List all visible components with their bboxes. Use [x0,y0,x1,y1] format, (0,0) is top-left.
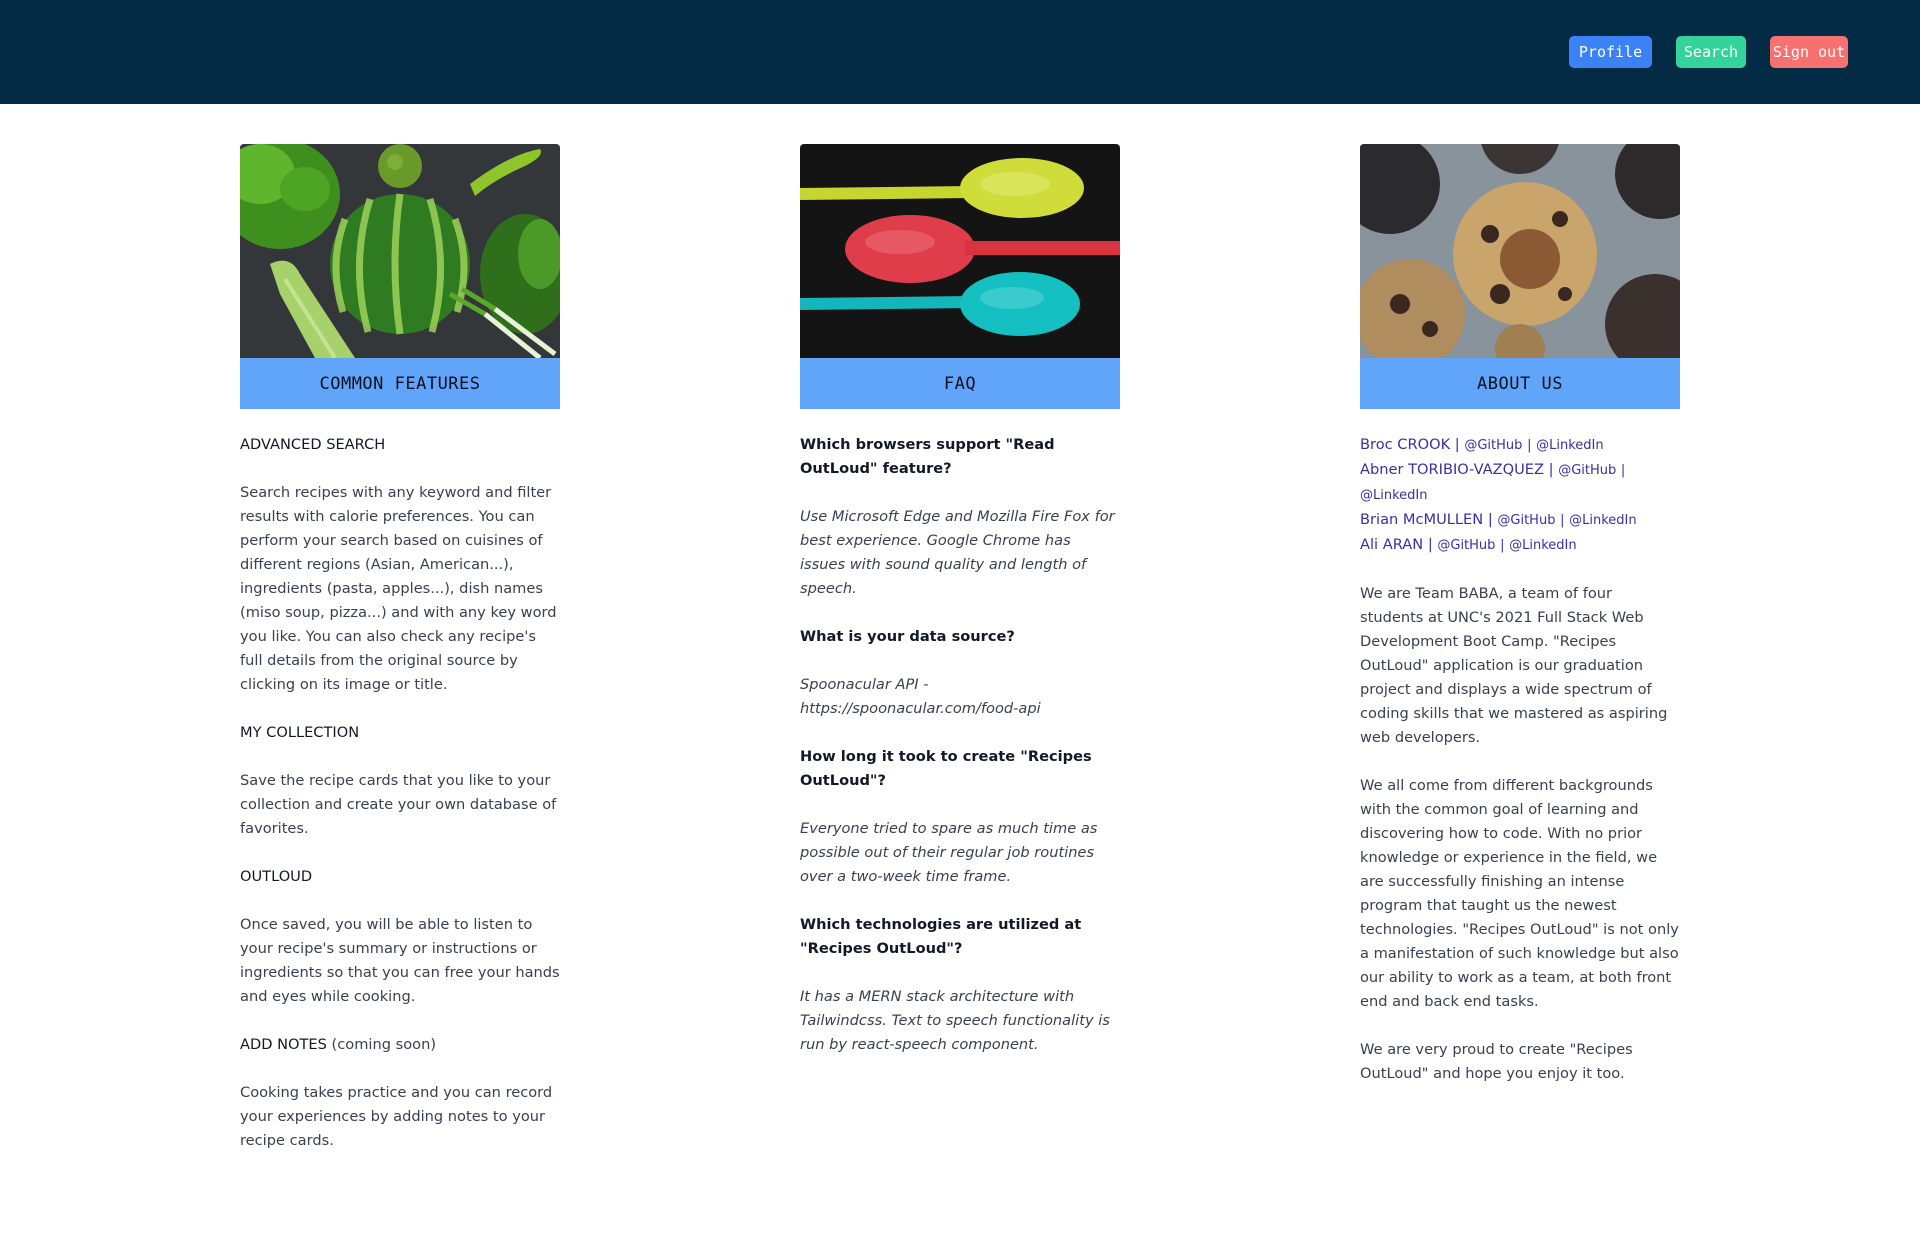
linkedin-link[interactable]: @LinkedIn [1360,488,1427,503]
add-notes-title: ADD NOTES [240,1036,327,1053]
about-us-banner: ABOUT US [1360,358,1680,409]
vegetables-watermelon-image [240,144,560,358]
member-name: Ali ARAN [1360,536,1424,553]
add-notes-body: Cooking takes practice and you can recor… [240,1084,553,1149]
separator: | [1454,436,1460,453]
my-collection-title: MY COLLECTION [240,724,360,741]
team-member: Brian McMULLEN | @GitHub | @LinkedIn [1360,508,1680,533]
github-link[interactable]: @GitHub [1437,538,1495,553]
faq-question: Which browsers support "Read OutLoud" fe… [800,436,1055,477]
features-column: COMMON FEATURES ADVANCED SEARCH Search r… [240,144,560,1177]
cookies-image [1360,144,1680,358]
outloud-title: OUTLOUD [240,868,313,885]
team-member: Abner TORIBIO-VAZQUEZ | @GitHub | @Linke… [1360,458,1680,508]
about-paragraph: We all come from different backgrounds w… [1360,777,1679,1010]
separator: | [1487,511,1493,528]
faq-banner: FAQ [800,358,1120,409]
faq-answer: It has a MERN stack architecture with Ta… [800,988,1110,1053]
my-collection-body: Save the recipe cards that you like to y… [240,772,557,837]
top-navbar: Profile Search Sign out [0,0,1920,104]
faq-column: FAQ Which browsers support "Read OutLoud… [800,144,1120,1081]
team-member: Broc CROOK | @GitHub | @LinkedIn [1360,433,1680,458]
features-content: ADVANCED SEARCH Search recipes with any … [240,433,560,1153]
linkedin-link[interactable]: @LinkedIn [1569,513,1636,528]
faq-answer: Spoonacular API - https://spoonacular.co… [800,676,1041,717]
separator: | [1427,536,1433,553]
github-link[interactable]: @GitHub [1464,438,1522,453]
faq-answer: Everyone tried to spare as much time as … [800,820,1098,885]
advanced-search-title: ADVANCED SEARCH [240,436,386,453]
linkedin-link[interactable]: @LinkedIn [1509,538,1576,553]
outloud-body: Once saved, you will be able to listen t… [240,916,560,1005]
faq-question: What is your data source? [800,628,1015,645]
sign-out-button[interactable]: Sign out [1770,36,1848,68]
faq-content: Which browsers support "Read OutLoud" fe… [800,433,1120,1057]
advanced-search-body: Search recipes with any keyword and filt… [240,484,557,693]
member-name: Brian McMULLEN [1360,511,1484,528]
separator: | [1620,463,1626,478]
faq-answer: Use Microsoft Edge and Mozilla Fire Fox … [800,508,1115,597]
nav-buttons: Profile Search Sign out [1569,36,1848,68]
about-column: ABOUT US Broc CROOK | @GitHub | @LinkedI… [1360,144,1680,1110]
separator: | [1560,513,1565,528]
github-link[interactable]: @GitHub [1558,463,1616,478]
about-paragraph: We are Team BABA, a team of four student… [1360,585,1668,746]
separator: | [1527,438,1532,453]
separator: | [1548,461,1554,478]
team-list: Broc CROOK | @GitHub | @LinkedIn Abner T… [1360,433,1680,558]
linkedin-link[interactable]: @LinkedIn [1536,438,1603,453]
about-paragraph: We are very proud to create "Recipes Out… [1360,1041,1633,1082]
search-button[interactable]: Search [1676,36,1746,68]
common-features-banner: COMMON FEATURES [240,358,560,409]
faq-question: Which technologies are utilized at "Reci… [800,916,1082,957]
profile-button[interactable]: Profile [1569,36,1652,68]
member-name: Abner TORIBIO-VAZQUEZ [1360,461,1544,478]
faq-question: How long it took to create "Recipes OutL… [800,748,1092,789]
add-notes-suffix: (coming soon) [326,1036,437,1053]
github-link[interactable]: @GitHub [1497,513,1555,528]
team-member: Ali ARAN | @GitHub | @LinkedIn [1360,533,1680,558]
about-content: Broc CROOK | @GitHub | @LinkedIn Abner T… [1360,433,1680,1086]
add-notes-heading: ADD NOTES (coming soon) [240,1033,560,1057]
member-name: Broc CROOK [1360,436,1451,453]
separator: | [1500,538,1505,553]
colorful-spoons-image [800,144,1120,358]
